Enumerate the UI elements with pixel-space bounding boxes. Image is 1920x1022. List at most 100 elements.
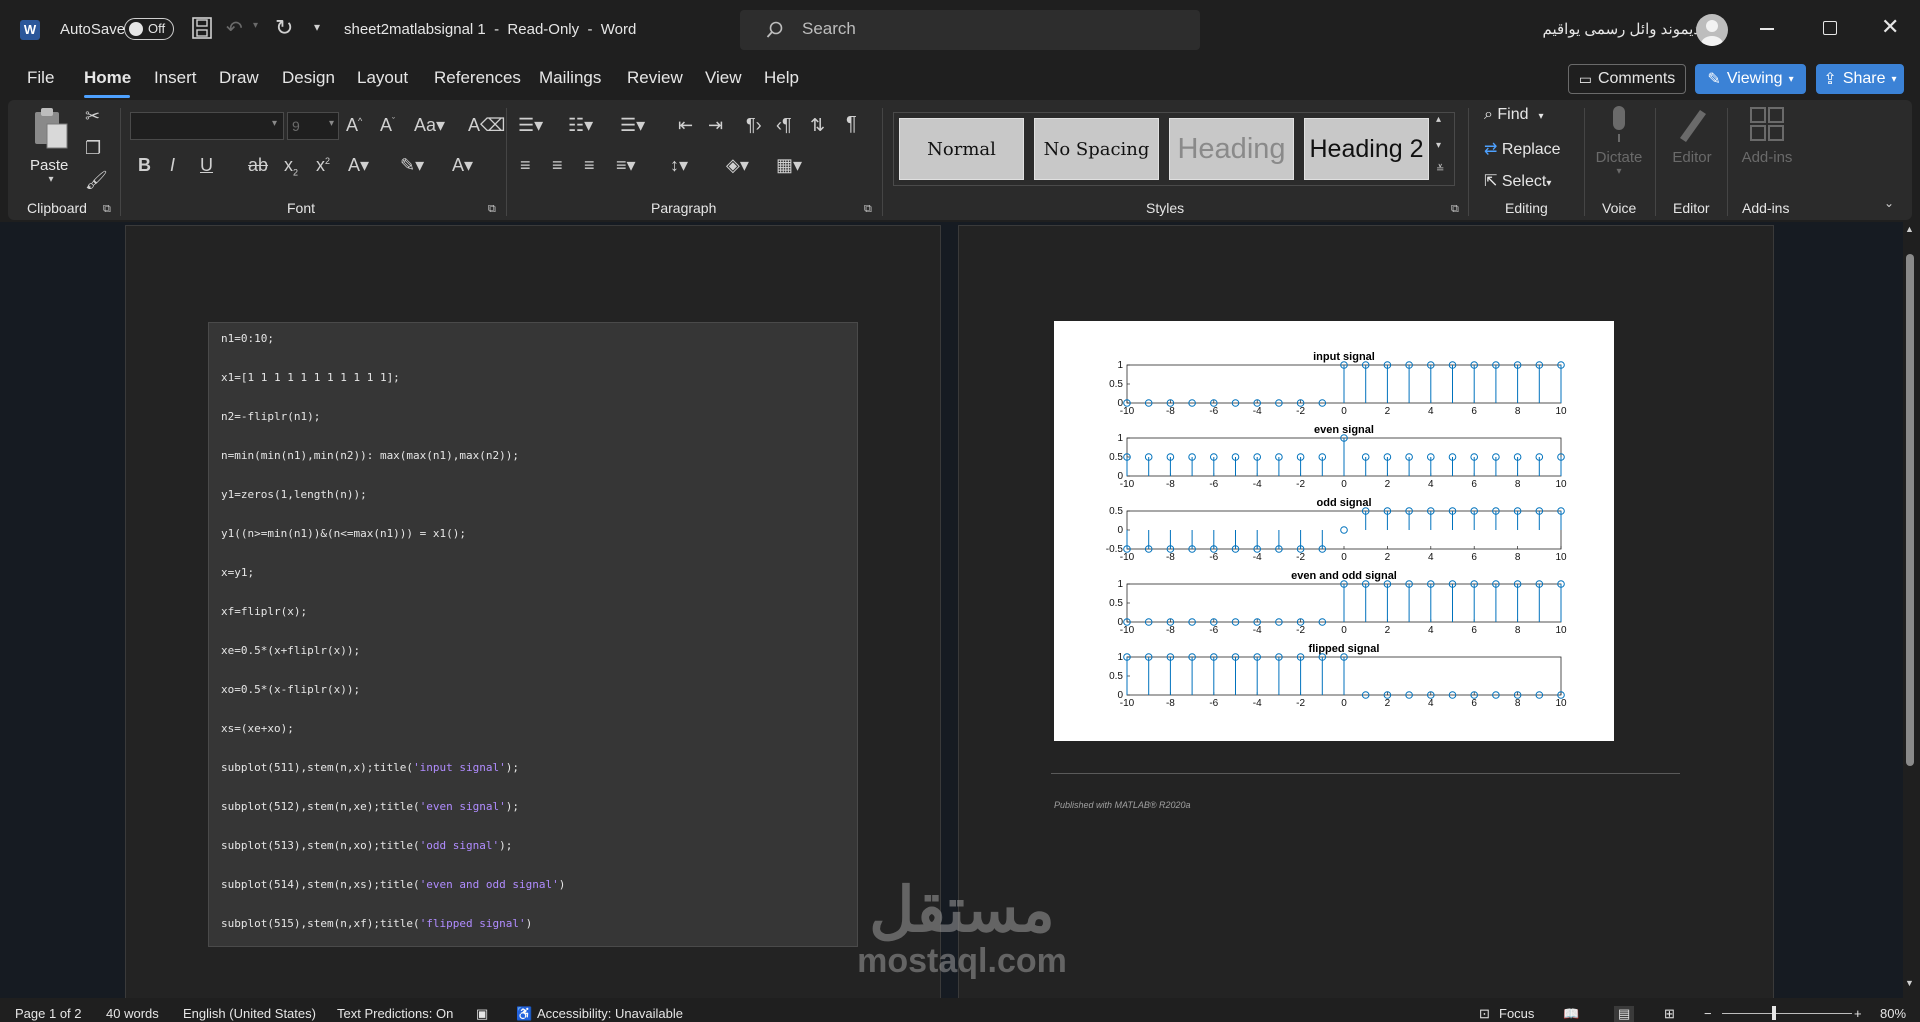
save-icon[interactable] (192, 17, 212, 44)
italic-icon[interactable]: I (170, 155, 175, 176)
ltr-icon[interactable]: ¶› (746, 115, 762, 136)
menu-insert[interactable]: Insert (154, 68, 197, 88)
read-mode-icon[interactable]: 📖 (1563, 1006, 1579, 1022)
addins-button[interactable]: Add-ins (1736, 104, 1798, 166)
styles-scroll-up-icon[interactable]: ▴ (1436, 114, 1441, 125)
language[interactable]: English (United States) (183, 1006, 316, 1021)
style-heading[interactable]: Heading (1169, 118, 1294, 180)
menu-view[interactable]: View (705, 68, 742, 88)
viewing-button[interactable]: ✎ Viewing ▾ (1695, 64, 1806, 94)
undo-dropdown-icon[interactable]: ▾ (253, 20, 258, 31)
cursor-icon: ⇱ (1484, 173, 1502, 190)
menu-review[interactable]: Review (627, 68, 683, 88)
sort-icon[interactable]: ⇅ (810, 115, 825, 136)
word-count[interactable]: 40 words (106, 1006, 159, 1021)
bullets-icon[interactable]: ☰▾ (518, 115, 543, 136)
chevron-down-icon[interactable]: ▾ (30, 174, 72, 185)
numbering-icon[interactable]: ☷▾ (568, 115, 593, 136)
bold-icon[interactable]: B (138, 155, 151, 176)
dictate-button[interactable]: Dictate ▾ (1594, 104, 1644, 177)
grow-font-icon[interactable]: A^ (346, 115, 362, 136)
styles-more-icon[interactable]: ≚ (1436, 164, 1444, 175)
share-button[interactable]: ⇪ Share ▾ (1816, 64, 1904, 94)
find-button[interactable]: ⌕ Find ▾ (1484, 106, 1544, 124)
text-predictions[interactable]: Text Predictions: On (337, 1006, 453, 1021)
scrollbar-thumb[interactable] (1906, 254, 1914, 766)
scroll-up-icon[interactable]: ▲ (1905, 224, 1914, 234)
style-normal[interactable]: Normal (899, 118, 1024, 180)
subscript-icon[interactable]: x2 (284, 155, 298, 178)
shrink-font-icon[interactable]: Aˇ (380, 115, 395, 136)
comments-button[interactable]: ▭ Comments (1568, 64, 1686, 94)
copy-icon[interactable]: ❐ (85, 138, 101, 159)
restore-icon[interactable] (1823, 21, 1837, 35)
zoom-out-icon[interactable]: − (1704, 1006, 1712, 1021)
align-left-icon[interactable]: ≡ (520, 155, 531, 176)
clear-formatting-icon[interactable]: A⌫ (468, 115, 505, 136)
menu-draw[interactable]: Draw (219, 68, 259, 88)
style-heading-2[interactable]: Heading 2 (1304, 118, 1429, 180)
format-painter-icon[interactable]: 🖌 (85, 170, 108, 191)
borders-icon[interactable]: ▦▾ (776, 155, 802, 176)
paste-button[interactable]: Paste ▾ (30, 106, 72, 186)
menu-references[interactable]: References (434, 68, 521, 88)
replace-button[interactable]: ⇄ Replace (1484, 139, 1561, 159)
page-count[interactable]: Page 1 of 2 (15, 1006, 82, 1021)
select-button[interactable]: ⇱ Select▾ (1484, 171, 1551, 191)
font-color-icon[interactable]: A▾ (452, 155, 473, 176)
increase-indent-icon[interactable]: ⇥ (708, 115, 723, 136)
accessibility-status[interactable]: Accessibility: Unavailable (537, 1006, 683, 1021)
print-layout-icon[interactable]: ▤ (1614, 1006, 1635, 1022)
decrease-indent-icon[interactable]: ⇤ (678, 115, 693, 136)
dialog-launcher-icon[interactable]: ⧉ (488, 203, 496, 216)
web-layout-icon[interactable]: ⊞ (1664, 1006, 1675, 1022)
autosave-toggle[interactable]: Off (124, 18, 174, 40)
style-no-spacing[interactable]: No Spacing (1034, 118, 1159, 180)
search-box[interactable]: Search (740, 10, 1200, 50)
menu-layout[interactable]: Layout (357, 68, 408, 88)
x-tick-label: 4 (1428, 406, 1434, 417)
font-name-dropdown[interactable]: ▾ (130, 112, 284, 140)
undo-icon[interactable]: ↶ (226, 16, 243, 41)
multilevel-list-icon[interactable]: ☰▾ (620, 115, 645, 136)
zoom-in-icon[interactable]: + (1854, 1006, 1862, 1021)
zoom-level[interactable]: 80% (1880, 1006, 1906, 1021)
focus-button[interactable]: Focus (1499, 1006, 1534, 1021)
superscript-icon[interactable]: x2 (316, 155, 330, 176)
zoom-slider[interactable] (1722, 1013, 1852, 1014)
rtl-icon[interactable]: ‹¶ (776, 115, 792, 136)
redo-icon[interactable]: ↻ (275, 15, 293, 41)
menu-design[interactable]: Design (282, 68, 335, 88)
align-right-icon[interactable]: ≡ (584, 155, 595, 176)
show-marks-icon[interactable]: ¶ (846, 113, 857, 136)
zoom-slider-thumb[interactable] (1772, 1006, 1776, 1020)
scroll-down-icon[interactable]: ▼ (1905, 978, 1914, 988)
dialog-launcher-icon[interactable]: ⧉ (864, 203, 872, 216)
menu-mailings[interactable]: Mailings (539, 68, 601, 88)
minimize-icon[interactable] (1760, 28, 1774, 30)
menu-home[interactable]: Home (84, 68, 131, 88)
justify-icon[interactable]: ≡▾ (616, 155, 636, 176)
collapse-ribbon-icon[interactable]: ⌄ (1884, 196, 1894, 210)
cut-icon[interactable]: ✂ (85, 106, 100, 127)
line-spacing-icon[interactable]: ↕▾ (670, 155, 688, 176)
align-center-icon[interactable]: ≡ (552, 155, 563, 176)
highlight-icon[interactable]: ✎▾ (400, 155, 424, 176)
change-case-icon[interactable]: Aa▾ (414, 115, 445, 136)
dialog-launcher-icon[interactable]: ⧉ (103, 203, 111, 216)
customize-qat-icon[interactable]: ▾ (314, 20, 320, 34)
dialog-launcher-icon[interactable]: ⧉ (1451, 203, 1459, 216)
avatar[interactable] (1696, 14, 1728, 46)
styles-scroll-down-icon[interactable]: ▾ (1436, 140, 1441, 151)
menu-file[interactable]: File (27, 68, 54, 88)
strikethrough-icon[interactable]: ab (248, 155, 268, 176)
text-effects-icon[interactable]: A▾ (348, 155, 369, 176)
shading-icon[interactable]: ◈▾ (726, 155, 749, 176)
underline-icon[interactable]: U (200, 155, 213, 176)
code-line: subplot(512),stem(n,xe);title('even sign… (221, 800, 519, 813)
font-size-dropdown[interactable]: 9 ▾ (287, 112, 339, 140)
editor-button[interactable]: Editor (1664, 104, 1720, 166)
menu-help[interactable]: Help (764, 68, 799, 88)
close-icon[interactable]: ✕ (1881, 14, 1899, 40)
macro-recording-icon[interactable]: ▣ (476, 1006, 488, 1022)
